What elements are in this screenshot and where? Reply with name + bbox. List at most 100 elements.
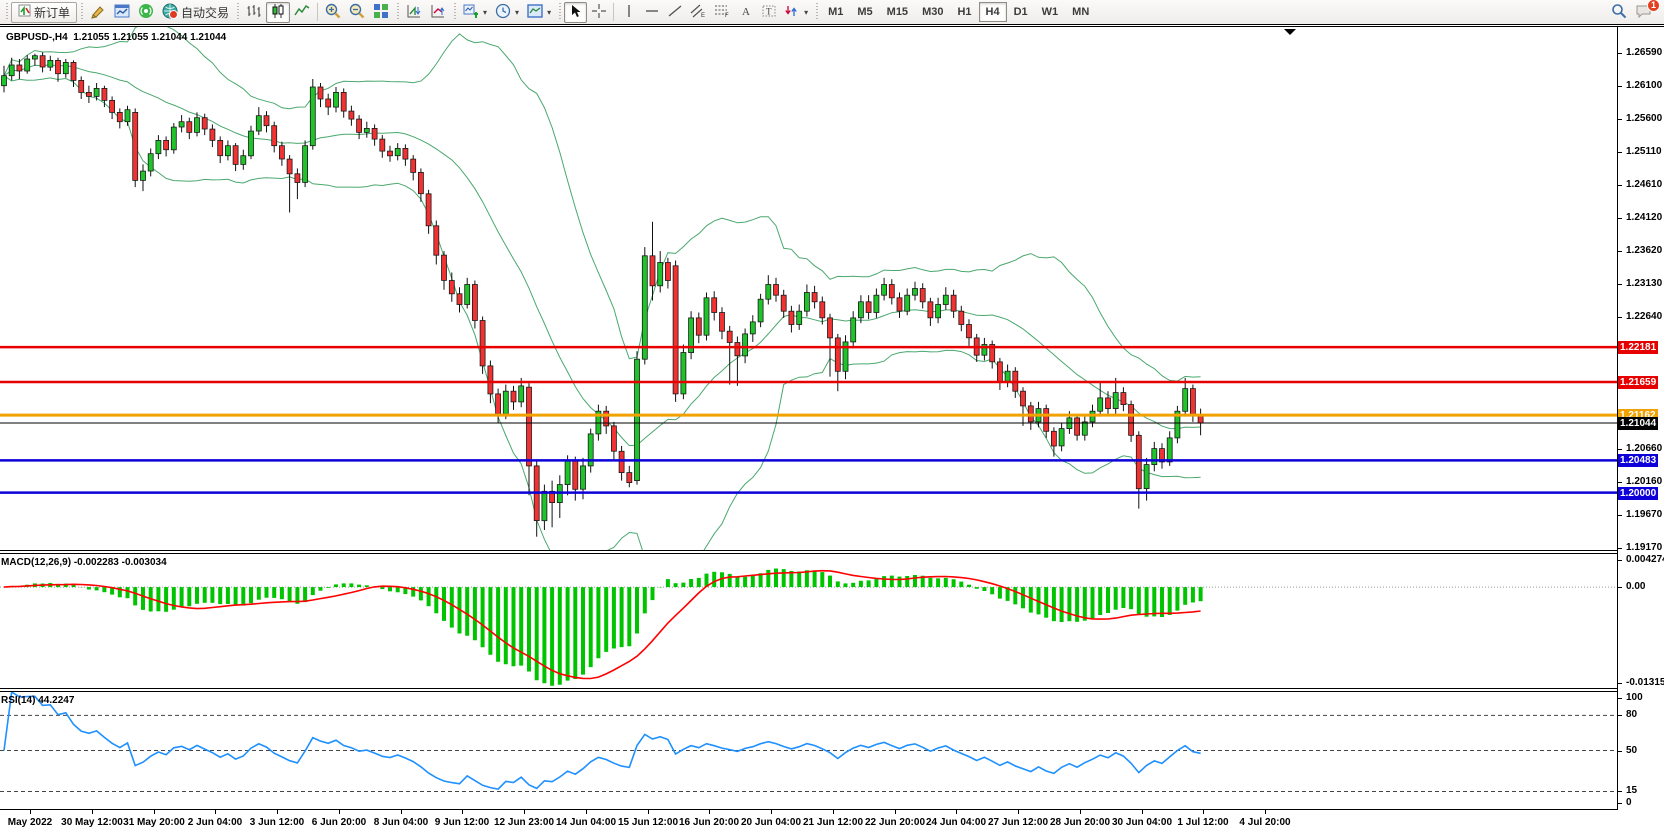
level-price-tag: 1.22181 [1618,341,1658,354]
text-tool-button[interactable]: A [734,2,757,23]
add-indicator-button[interactable]: ▾ [459,2,491,23]
vertical-line-tool-button[interactable] [617,2,640,23]
fibonacci-tool-button[interactable]: F [710,2,734,23]
price-tick-label: 1.20160 [1626,476,1662,487]
metaeditor-button[interactable] [86,2,110,23]
price-tick-label: 1.24610 [1626,179,1662,190]
trendline-tool-button[interactable] [663,2,686,23]
time-tick-label: 27 Jun 12:00 [988,817,1048,828]
time-tick-label: 20 Jun 04:00 [741,817,801,828]
crayon-icon [90,3,106,22]
periods-button[interactable]: ▾ [491,2,523,23]
candlestick-icon [270,3,286,22]
candles [2,52,1204,536]
search-icon [1611,3,1627,22]
toolbar-separator [317,3,318,21]
macd-indicator-canvas[interactable] [0,554,1617,689]
svg-text:F: F [725,13,729,18]
arrows-tool-button[interactable]: ▾ [780,2,812,23]
line-chart-mode-button[interactable] [290,2,314,23]
rsi-line [4,692,1201,789]
chart-region: GBPUSD-,H4 1.21055 1.21055 1.21044 1.210… [0,26,1664,832]
time-tick-mark [339,810,340,814]
time-tick-label: 6 Jun 20:00 [312,817,366,828]
price-chart-canvas[interactable] [0,27,1617,551]
cursor-icon [569,4,583,21]
toolbar-drag-handle [814,3,819,21]
toolbar-drag-handle [235,3,240,21]
signals-button[interactable] [134,2,158,23]
price-axis[interactable]: 1.265901.261001.256001.251101.246101.241… [1618,27,1664,809]
new-order-label: 新订单 [34,4,70,21]
new-order-button[interactable]: 新订单 [11,2,77,23]
cursor-tool-button[interactable] [564,2,587,23]
timeframe-w1-button[interactable]: W1 [1035,2,1066,22]
tile-windows-button[interactable] [369,2,393,23]
rsi-scale-label: 15 [1626,785,1637,796]
price-tick-label: 1.23620 [1626,245,1662,256]
price-tick-label: 1.20660 [1626,443,1662,454]
macd-scale-label-mark [1618,587,1622,588]
templates-button[interactable]: ▾ [523,2,555,23]
toolbar-drag-handle [395,3,400,21]
price-tick-label-mark [1618,449,1622,450]
price-tick-label-mark [1618,317,1622,318]
bar-open-value: 1.21055 [73,32,109,43]
time-tick-mark [1018,810,1019,814]
timeframe-m1-button[interactable]: M1 [821,2,850,22]
time-tick-mark [524,810,525,814]
candlestick-mode-button[interactable] [266,2,290,23]
text-label-tool-button[interactable]: T [757,2,780,23]
macd-scale-label-mark [1618,560,1622,561]
price-tick-label-mark [1618,515,1622,516]
timeframe-h4-button[interactable]: H4 [979,2,1007,22]
time-tick-mark [771,810,772,814]
indicator-main-window-button[interactable] [426,2,450,23]
timeframe-h1-button[interactable]: H1 [950,2,978,22]
time-tick-mark [215,810,216,814]
indicator-subwindow-icon [406,3,422,22]
price-tick-label: 1.26590 [1626,47,1662,58]
zoom-in-button[interactable] [321,2,345,23]
new-chart-button[interactable] [110,2,134,23]
bar-chart-mode-button[interactable] [242,2,266,23]
timeframe-m15-button[interactable]: M15 [880,2,915,22]
equidistant-channel-tool-button[interactable]: E [686,2,710,23]
timeframe-m30-button[interactable]: M30 [915,2,950,22]
timeframe-d1-button[interactable]: D1 [1007,2,1035,22]
zoom-in-icon [325,3,341,22]
ohlc-bars-icon [246,3,262,22]
notifications-button[interactable]: 1 [1631,2,1656,23]
svg-text:E: E [701,13,705,18]
autotrading-button[interactable]: 自动交易 [158,2,233,23]
time-tick-label: 12 Jun 23:00 [494,817,554,828]
crosshair-tool-button[interactable] [587,2,610,23]
price-tick-label-mark [1618,284,1622,285]
notification-badge: 1 [1647,0,1660,12]
mt4-terminal: 新订单 自动交易 [0,0,1664,832]
macd-scale-label: -0.013153 [1626,677,1664,688]
horizontal-line-tool-button[interactable] [640,2,663,23]
search-button[interactable] [1607,2,1631,23]
macd-scale-label-mark [1618,683,1622,684]
rsi-scale-label: 50 [1626,745,1637,756]
zoom-out-button[interactable] [345,2,369,23]
crosshair-icon [592,4,606,21]
bar-close-value: 1.21044 [190,32,226,43]
time-tick-mark [709,810,710,814]
vertical-line-icon [622,4,636,21]
chart-shift-marker[interactable] [1284,29,1296,35]
timeframe-mn-button[interactable]: MN [1065,2,1096,22]
time-tick-mark [1203,810,1204,814]
time-axis[interactable]: May 202230 May 12:0031 May 20:002 Jun 04… [0,810,1664,832]
price-tick-label-mark [1618,53,1622,54]
rsi-indicator-canvas[interactable] [0,692,1617,809]
timeframe-m5-button[interactable]: M5 [850,2,879,22]
level-price-tag: 1.21659 [1618,376,1658,389]
autotrading-icon [162,3,178,22]
indicator-subwindow-button[interactable] [402,2,426,23]
bar-high-value: 1.21055 [112,32,148,43]
price-tick-label: 1.25110 [1626,146,1662,157]
fibonacci-icon: F [714,4,730,21]
horizontal-level-lines[interactable] [0,347,1617,493]
